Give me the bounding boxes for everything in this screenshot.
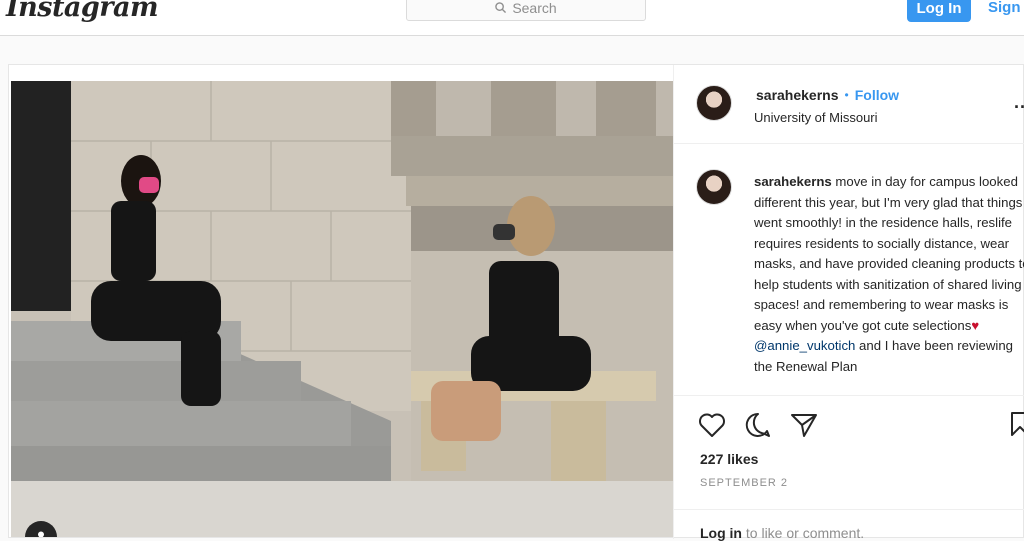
post-image[interactable] (11, 81, 673, 537)
caption-username[interactable]: sarahekerns (754, 174, 832, 189)
author-username[interactable]: sarahekerns (756, 87, 839, 103)
post-date[interactable]: SEPTEMBER 2 (700, 477, 788, 489)
share-icon[interactable] (790, 412, 818, 438)
login-prompt-text: to like or comment. (742, 525, 865, 541)
follow-button[interactable]: Follow (855, 87, 899, 103)
instagram-logo[interactable]: Instagram (6, 0, 159, 23)
likes-count[interactable]: 227 likes (700, 451, 758, 467)
signup-link[interactable]: Sign (988, 0, 1021, 16)
search-input[interactable]: Search (406, 0, 646, 21)
login-to-like-link[interactable]: Log in (700, 525, 742, 541)
heart-emoji: ♥ (971, 317, 980, 333)
comment-icon[interactable] (744, 411, 772, 439)
post-caption: sarahekerns move in day for campus looke… (754, 172, 1024, 377)
top-bar: Instagram Search Log In Sign (0, 0, 1024, 36)
heart-icon[interactable] (698, 412, 726, 438)
author-avatar[interactable] (696, 85, 732, 121)
actions-divider (674, 395, 1024, 396)
user-icon (38, 531, 44, 537)
caption-text-part1: move in day for campus looked different … (754, 174, 1024, 333)
search-icon (495, 2, 507, 13)
post-card: sarahekerns • Follow University of Misso… (8, 64, 1024, 541)
post-actions (698, 411, 818, 439)
post-location[interactable]: University of Missouri (754, 110, 878, 125)
save-icon[interactable] (1010, 411, 1024, 437)
post-author-row: sarahekerns • Follow (756, 87, 899, 103)
caption-avatar[interactable] (696, 169, 732, 205)
follow-separator: • (844, 88, 849, 102)
post-photo-illustration (11, 81, 673, 537)
search-placeholder: Search (512, 0, 557, 16)
login-prompt: Log in to like or comment. (700, 525, 864, 541)
post-side-panel: sarahekerns • Follow University of Misso… (673, 65, 1024, 541)
header-divider (674, 143, 1024, 144)
mention-link[interactable]: @annie_vukotich (754, 338, 855, 353)
more-options-icon[interactable]: ... (1014, 92, 1024, 113)
footer-divider (674, 509, 1024, 510)
login-button[interactable]: Log In (907, 0, 971, 22)
